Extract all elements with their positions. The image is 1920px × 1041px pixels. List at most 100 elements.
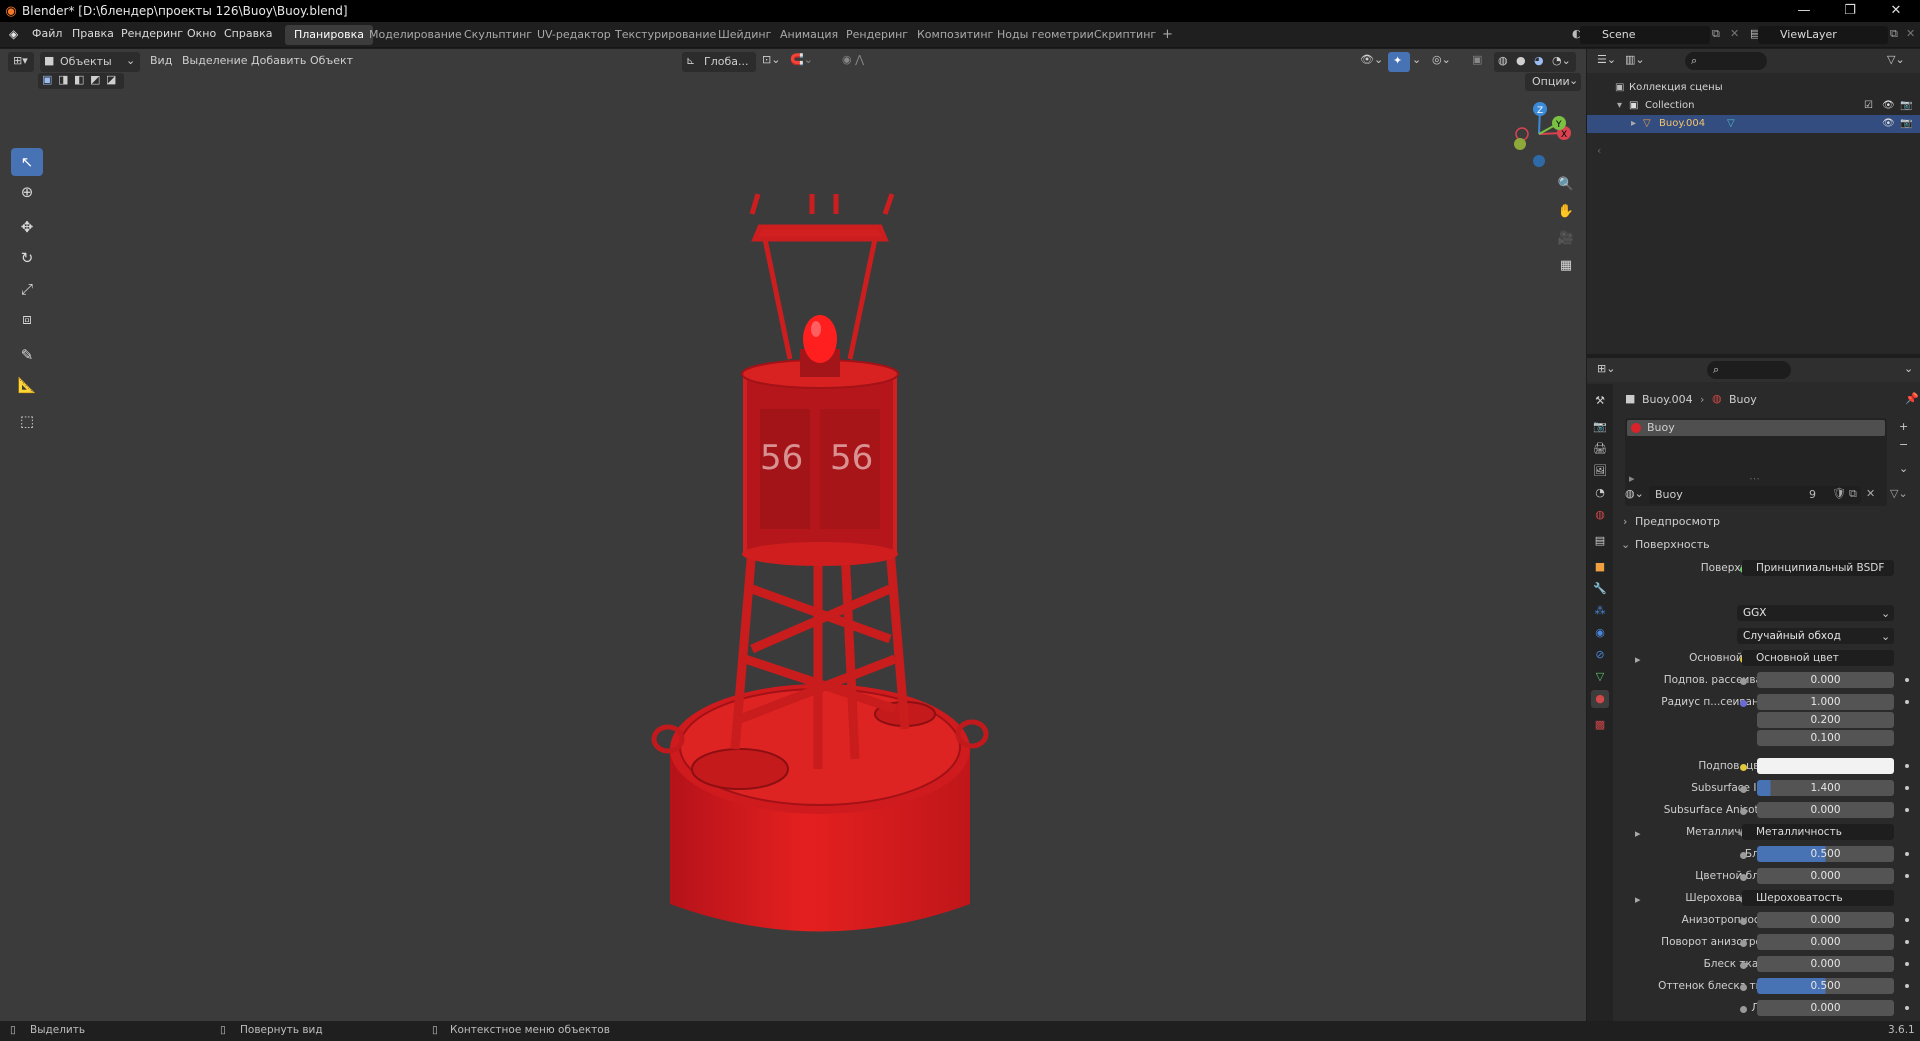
scene-selector[interactable]: Scene bbox=[1580, 26, 1710, 44]
visibility-eye-icon[interactable]: 👁 bbox=[1882, 97, 1895, 115]
select-extend-icon[interactable]: ◨ bbox=[58, 73, 68, 86]
maximize-button[interactable]: ❐ bbox=[1828, 0, 1872, 22]
neg-x-axis-handle[interactable] bbox=[1515, 127, 1529, 141]
pivot-point-icon[interactable]: ⊡⌄ bbox=[762, 53, 780, 66]
keyframe-dot-icon[interactable] bbox=[1905, 874, 1909, 878]
display-mode-icon[interactable]: ▥⌄ bbox=[1625, 53, 1645, 66]
link-mode-icon[interactable]: ▽⌄ bbox=[1890, 487, 1908, 500]
scale-tool[interactable]: ⤢ bbox=[11, 275, 43, 303]
menu-edit[interactable]: Правка bbox=[72, 27, 114, 40]
new-view-layer-button[interactable]: ⧉ bbox=[1890, 27, 1898, 41]
mode-selector[interactable]: ■ Объекты ⌄ bbox=[40, 52, 140, 72]
particles-tab-icon[interactable]: ⁂ bbox=[1591, 602, 1609, 620]
options-button[interactable]: Опции ⌄ bbox=[1525, 73, 1581, 91]
neg-y-axis-handle[interactable] bbox=[1514, 138, 1526, 150]
add-slot-button[interactable]: + bbox=[1899, 420, 1908, 433]
anisotropic-rotation-field[interactable]: 0.000 bbox=[1757, 934, 1894, 950]
fake-user-icon[interactable]: 🛡 bbox=[1832, 487, 1846, 500]
duplicate-material-icon[interactable]: ⧉ bbox=[1849, 487, 1857, 501]
menu-render[interactable]: Рендеринг bbox=[121, 27, 183, 40]
expand-arrow-icon[interactable]: ▸ bbox=[1631, 115, 1636, 133]
tab-animation[interactable]: Анимация bbox=[771, 25, 847, 45]
render-camera-icon[interactable]: 📷 bbox=[1900, 115, 1912, 133]
select-intersect-icon[interactable]: ◪ bbox=[106, 73, 116, 86]
subsurface-field[interactable]: 0.000 bbox=[1757, 672, 1894, 688]
select-subtract-icon[interactable]: ◧ bbox=[74, 73, 84, 86]
snap-icon[interactable]: 🧲⌄ bbox=[790, 53, 813, 66]
material-slot-row[interactable]: Buoy bbox=[1627, 420, 1885, 436]
filter-icon[interactable]: ▽⌄ bbox=[1887, 53, 1905, 66]
properties-search-input[interactable]: ⌕ bbox=[1707, 361, 1791, 379]
rotate-tool[interactable]: ↻ bbox=[11, 244, 43, 272]
unlink-material-icon[interactable]: ✕ bbox=[1866, 487, 1875, 500]
menu-view[interactable]: Вид bbox=[150, 54, 172, 67]
sheen-field[interactable]: 0.000 bbox=[1757, 956, 1894, 972]
menu-file[interactable]: Файл bbox=[32, 27, 62, 40]
outliner-search-input[interactable]: ⌕ bbox=[1685, 52, 1767, 70]
pan-hand-icon[interactable]: ✋ bbox=[1554, 199, 1578, 223]
subsurface-method-dropdown[interactable]: Случайный обход bbox=[1737, 628, 1894, 644]
subsurface-radius-z-field[interactable]: 0.100 bbox=[1757, 730, 1894, 746]
view-layer-tab-icon[interactable]: 🖼 bbox=[1591, 462, 1609, 480]
outliner-row-collection[interactable]: ▾ ▣ Collection ☑ 👁 📷 bbox=[1587, 97, 1920, 115]
keyframe-dot-icon[interactable] bbox=[1905, 808, 1909, 812]
cursor-tool[interactable]: ⊕ bbox=[11, 178, 43, 206]
buoy-model[interactable]: 56 56 bbox=[640, 169, 1000, 959]
navigation-gizmo[interactable]: Z X Y bbox=[1504, 99, 1574, 169]
render-camera-icon[interactable]: 📷 bbox=[1900, 97, 1912, 115]
physics-tab-icon[interactable]: ◉ bbox=[1591, 624, 1609, 642]
view-layer-selector[interactable]: ViewLayer bbox=[1758, 26, 1888, 44]
keyframe-dot-icon[interactable] bbox=[1905, 852, 1909, 856]
zoom-icon[interactable]: 🔍 bbox=[1554, 172, 1578, 196]
panel-preview-header[interactable]: › Предпросмотр bbox=[1619, 512, 1915, 532]
keyframe-dot-icon[interactable] bbox=[1905, 984, 1909, 988]
mesh-data-tab-icon[interactable]: ▽ bbox=[1591, 668, 1609, 686]
material-tab-icon[interactable]: ● bbox=[1591, 690, 1609, 708]
expand-arrow-icon[interactable]: ▸ bbox=[1635, 893, 1641, 906]
subsurface-radius-y-field[interactable]: 0.200 bbox=[1757, 712, 1894, 728]
panel-surface-header[interactable]: ⌄ Поверхность bbox=[1619, 535, 1915, 555]
proportional-editing-icon[interactable]: ◉ ⋀ bbox=[842, 53, 864, 66]
keyframe-dot-icon[interactable] bbox=[1905, 700, 1909, 704]
tab-texture-paint[interactable]: Текстурирование bbox=[606, 25, 725, 45]
blender-menu-icon[interactable]: ◈ bbox=[9, 27, 18, 41]
tab-shading[interactable]: Шейдинг bbox=[709, 25, 780, 45]
distribution-dropdown[interactable]: GGX bbox=[1737, 605, 1894, 621]
outliner-row-buoy[interactable]: ▸ ▽ Buoy.004 ▽ 👁 📷 bbox=[1587, 115, 1920, 133]
expand-arrow-icon[interactable]: ▾ bbox=[1617, 97, 1622, 115]
keyframe-dot-icon[interactable] bbox=[1905, 678, 1909, 682]
wireframe-shading-icon[interactable]: ◍ bbox=[1498, 54, 1508, 67]
expand-arrow-icon[interactable]: ▸ bbox=[1629, 472, 1635, 485]
new-scene-button[interactable]: ⧉ bbox=[1712, 27, 1720, 41]
sheen-tint-field[interactable]: 0.500 bbox=[1757, 978, 1894, 994]
menu-add[interactable]: Добавить bbox=[251, 54, 306, 67]
minimize-button[interactable]: — bbox=[1782, 0, 1826, 22]
gizmo-toggle[interactable]: ✦ bbox=[1388, 52, 1410, 72]
measure-tool[interactable]: 📐 bbox=[11, 371, 43, 399]
menu-select[interactable]: Выделение bbox=[182, 54, 248, 67]
base-color-link[interactable]: Основной цвет bbox=[1742, 650, 1894, 666]
transform-orientation-selector[interactable]: ⊾ Глоба... bbox=[682, 52, 756, 72]
pin-icon[interactable]: 📌 bbox=[1905, 392, 1919, 405]
menu-help[interactable]: Справка bbox=[224, 27, 272, 40]
constraints-tab-icon[interactable]: ⊘ bbox=[1591, 646, 1609, 664]
menu-object[interactable]: Объект bbox=[310, 54, 353, 67]
subsurface-ior-field[interactable]: 1.400 bbox=[1757, 780, 1894, 796]
add-workspace-button[interactable]: + bbox=[1153, 25, 1182, 45]
keyframe-dot-icon[interactable] bbox=[1905, 1006, 1909, 1010]
material-preview-icon[interactable]: ◕ bbox=[1534, 54, 1544, 67]
select-new-icon[interactable]: ▣ bbox=[42, 73, 52, 86]
subsurface-radius-x-field[interactable]: 1.000 bbox=[1757, 694, 1894, 710]
anisotropic-field[interactable]: 0.000 bbox=[1757, 912, 1894, 928]
visibility-icon[interactable]: 👁⌄ bbox=[1360, 53, 1383, 66]
clearcoat-field[interactable]: 0.000 bbox=[1757, 1000, 1894, 1016]
metallic-link[interactable]: Металличность bbox=[1742, 824, 1894, 840]
rendered-shading-icon[interactable]: ◔⌄ bbox=[1552, 54, 1571, 67]
collapse-sidebar-icon[interactable]: ‹ bbox=[1597, 144, 1601, 157]
material-browse-icon[interactable]: ◍⌄ bbox=[1625, 487, 1644, 500]
chevron-down-icon[interactable]: ⌄ bbox=[1904, 362, 1913, 375]
tab-rendering[interactable]: Рендеринг bbox=[837, 25, 917, 45]
tool-tab-icon[interactable]: ⚒ bbox=[1591, 392, 1609, 410]
menu-window[interactable]: Окно bbox=[187, 27, 216, 40]
texture-tab-icon[interactable]: ▩ bbox=[1591, 716, 1609, 734]
